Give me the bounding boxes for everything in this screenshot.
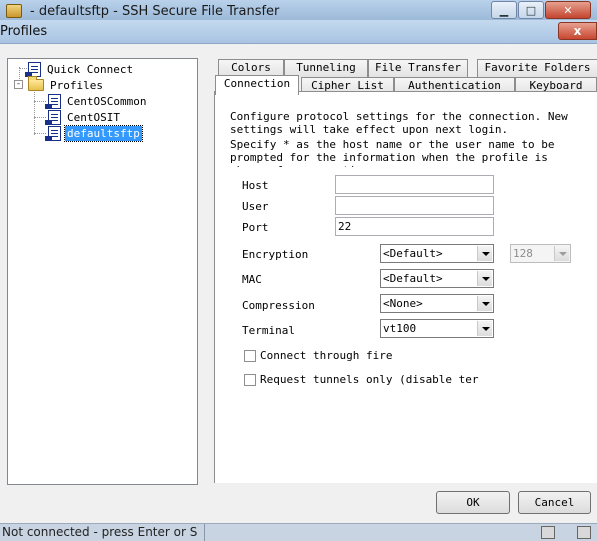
dialog-titlebar: Profiles x: [0, 20, 597, 44]
compression-value: <None>: [383, 297, 423, 310]
encryption-value: <Default>: [383, 247, 443, 260]
encryption-select[interactable]: <Default>: [380, 244, 494, 263]
minimize-icon: ▁: [499, 3, 509, 17]
dropdown-arrow-icon[interactable]: [477, 271, 492, 286]
host-label: Host: [242, 179, 269, 192]
compression-label: Compression: [242, 299, 315, 312]
terminal-select[interactable]: vt100: [380, 319, 494, 338]
cancel-button[interactable]: Cancel: [518, 491, 591, 514]
mac-label: MAC: [242, 273, 262, 286]
tree-item-label: CentOSIT: [67, 110, 120, 124]
user-label: User: [242, 200, 269, 213]
tab-favorite-folders[interactable]: Favorite Folders: [477, 59, 597, 77]
tunnels-checkbox[interactable]: [244, 374, 256, 386]
tree-item-centosit[interactable]: CentOSIT: [45, 109, 122, 125]
dropdown-arrow-icon[interactable]: [477, 321, 492, 336]
document-icon: [45, 125, 61, 141]
maximize-icon: □: [525, 3, 537, 17]
tree-connector: [34, 101, 46, 102]
tab-label: Favorite Folders: [484, 61, 591, 74]
app-statusbar: Not connected - press Enter or S: [0, 523, 597, 541]
tree-item-label: Profiles: [50, 78, 103, 92]
status-icon: [577, 526, 591, 539]
close-icon: ✕: [563, 3, 573, 17]
document-icon: [45, 93, 61, 109]
prompt-description: Specify * as the host name or the user n…: [230, 138, 555, 167]
tab-label: File Transfer: [374, 61, 462, 74]
tree-item-profiles[interactable]: Profiles: [28, 76, 105, 93]
status-icon: [541, 526, 555, 539]
folder-icon: [28, 76, 44, 91]
status-separator: [204, 524, 205, 541]
cancel-button-label: Cancel: [534, 496, 575, 509]
connection-panel: Configure protocol settings for the conn…: [214, 91, 597, 483]
key-length-value: 128: [513, 247, 533, 260]
tab-label: Colors: [231, 61, 271, 74]
ok-button-label: OK: [466, 496, 480, 509]
dropdown-arrow-icon[interactable]: [477, 246, 492, 261]
port-label: Port: [242, 221, 269, 234]
host-input[interactable]: [335, 175, 494, 194]
app-close-button[interactable]: ✕: [545, 1, 591, 19]
firewall-checkbox[interactable]: [244, 350, 256, 362]
app-title: - defaultsftp - SSH Secure File Transfer: [30, 4, 280, 19]
status-text: Not connected - press Enter or S: [2, 525, 198, 539]
connection-description: Configure protocol settings for the conn…: [230, 110, 568, 136]
dialog-close-button[interactable]: x: [558, 22, 597, 40]
dropdown-arrow-icon[interactable]: [477, 296, 492, 311]
tree-connector: [34, 89, 35, 135]
tab-label: Tunneling: [296, 61, 356, 74]
app-icon[interactable]: [6, 4, 22, 18]
close-icon: x: [573, 24, 582, 38]
dialog-body: Quick Connect - Profiles CentOSCommon Ce…: [0, 44, 597, 523]
document-icon: [25, 61, 41, 77]
tree-item-quick-connect[interactable]: Quick Connect: [25, 61, 135, 77]
minimize-button[interactable]: ▁: [491, 1, 517, 19]
tree-connector: [34, 133, 46, 134]
user-input[interactable]: [335, 196, 494, 215]
terminal-label: Terminal: [242, 324, 295, 337]
key-length-select: 128: [510, 244, 571, 263]
tab-label: Connection: [223, 77, 291, 90]
compression-select[interactable]: <None>: [380, 294, 494, 313]
dialog-title: Profiles: [0, 24, 48, 39]
document-icon: [45, 109, 61, 125]
maximize-button[interactable]: □: [518, 1, 544, 19]
dropdown-arrow-icon: [554, 246, 569, 261]
profile-tree[interactable]: Quick Connect - Profiles CentOSCommon Ce…: [7, 58, 198, 485]
tab-connection[interactable]: Connection: [215, 75, 299, 95]
tunnels-checkbox-label: Request tunnels only (disable ter: [260, 373, 479, 386]
firewall-checkbox-label: Connect through fire: [260, 349, 393, 362]
encryption-label: Encryption: [242, 248, 309, 261]
tab-file-transfer[interactable]: File Transfer: [368, 59, 468, 77]
port-input[interactable]: 22: [335, 217, 494, 236]
mac-value: <Default>: [383, 272, 443, 285]
ok-button[interactable]: OK: [436, 491, 510, 514]
tree-item-label: CentOSCommon: [67, 94, 147, 108]
mac-select[interactable]: <Default>: [380, 269, 494, 288]
terminal-value: vt100: [383, 322, 417, 335]
tree-expander-profiles[interactable]: -: [14, 80, 23, 89]
tree-connector: [34, 117, 46, 118]
tree-item-centoscommon[interactable]: CentOSCommon: [45, 93, 148, 109]
tree-item-label: Quick Connect: [47, 62, 134, 76]
